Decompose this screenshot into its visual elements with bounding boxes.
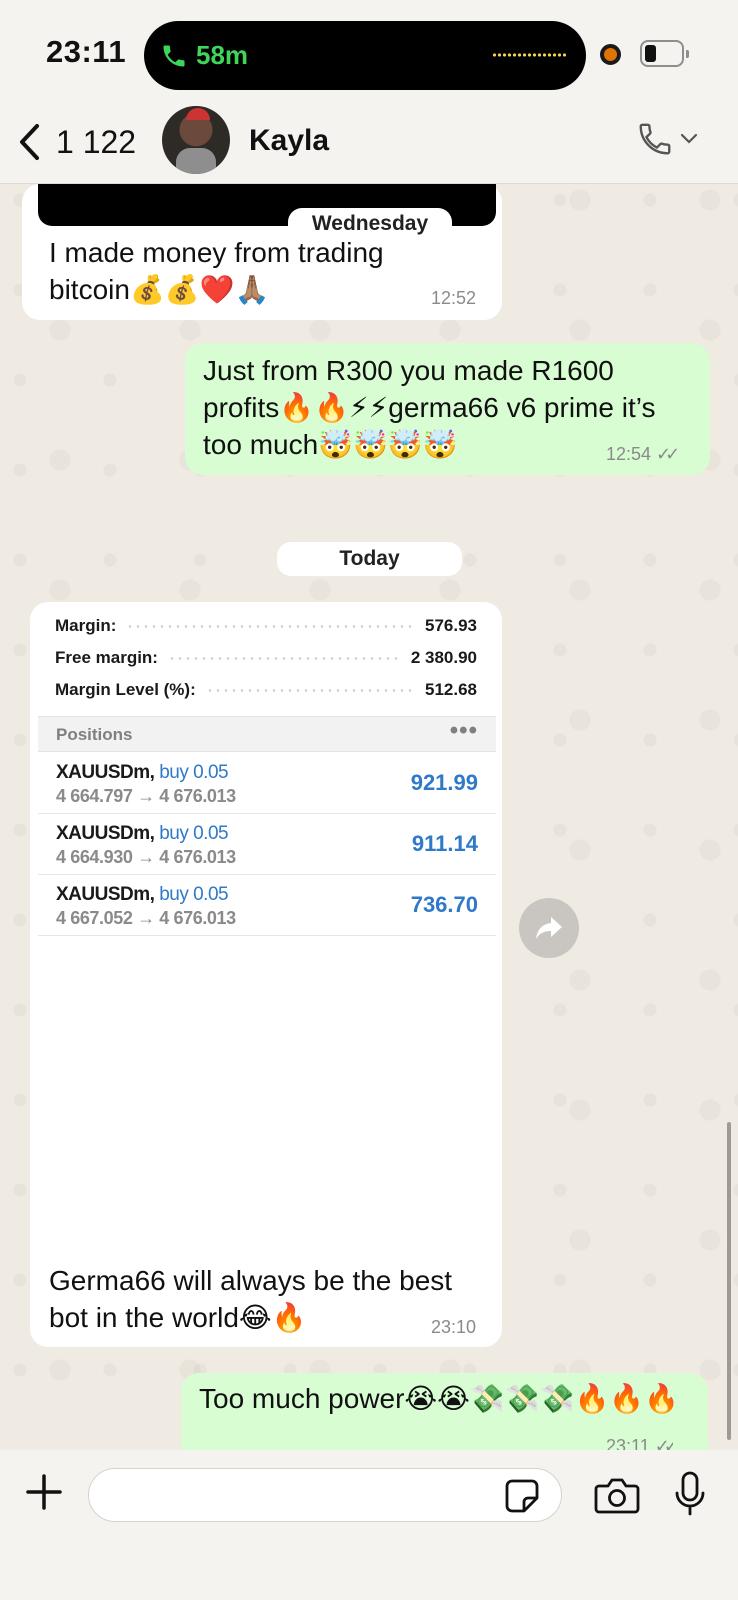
date-separator: Today [277,542,462,576]
message-time: 12:54 ✓✓ [606,444,680,464]
message-composer [0,1450,738,1600]
position-row: XAUUSDm, buy 0.05 4 664.930 → 4 676.013 … [38,814,496,875]
margin-level-row: Margin Level (%): 512.68 [55,680,477,699]
status-time: 23:11 [46,34,127,69]
free-margin-row: Free margin: 2 380.90 [55,648,477,667]
incoming-image-message[interactable]: Margin: 576.93 Free margin: 2 380.90 Margi… [30,602,502,1347]
plus-icon[interactable] [24,1472,64,1512]
message-text: I made money from trading bitcoin💰💰❤️🙏🏽 [49,237,384,305]
position-row: XAUUSDm, buy 0.05 4 664.797 → 4 676.013 … [38,753,496,814]
status-bar: 23:11 58m [0,0,738,104]
back-chevron-icon [20,124,39,160]
back-button[interactable]: 1 122 [16,122,136,162]
chevron-down-icon [680,133,698,144]
battery-icon [640,40,689,67]
microphone-icon[interactable] [672,1470,708,1518]
forward-button[interactable] [519,898,579,958]
positions-header: Positions ••• [38,716,496,752]
dynamic-island[interactable]: 58m [144,21,586,90]
message-input[interactable] [88,1468,562,1522]
message-time: 23:11 ✓✓ [606,1436,673,1450]
contact-name[interactable]: Kayla [249,124,329,158]
voice-call-button[interactable] [636,118,698,160]
recording-indicator [600,44,621,65]
chat-header: 1 122 Kayla [0,104,738,184]
scrollbar[interactable] [727,1122,731,1440]
camera-icon[interactable] [594,1475,640,1515]
sticker-icon[interactable] [504,1478,540,1514]
phone-icon [163,45,185,66]
unread-count: 1 122 [56,123,137,160]
message-time: 12:52 [431,288,477,308]
waveform-dots [492,53,566,57]
read-ticks-icon: ✓✓ [656,444,680,464]
forward-icon [536,917,562,939]
message-time: 23:10 [431,1317,477,1337]
position-row: XAUUSDm, buy 0.05 4 667.052 → 4 676.013 … [38,875,496,936]
more-options-icon: ••• [449,717,478,744]
avatar[interactable] [162,106,230,174]
margin-row: Margin: 576.93 [55,616,477,635]
call-duration: 58m [196,40,249,70]
ongoing-call-indicator[interactable]: 58m [160,40,248,71]
phone-call-icon [639,123,671,155]
message-text: Germa66 will always be the best bot in t… [49,1265,453,1333]
